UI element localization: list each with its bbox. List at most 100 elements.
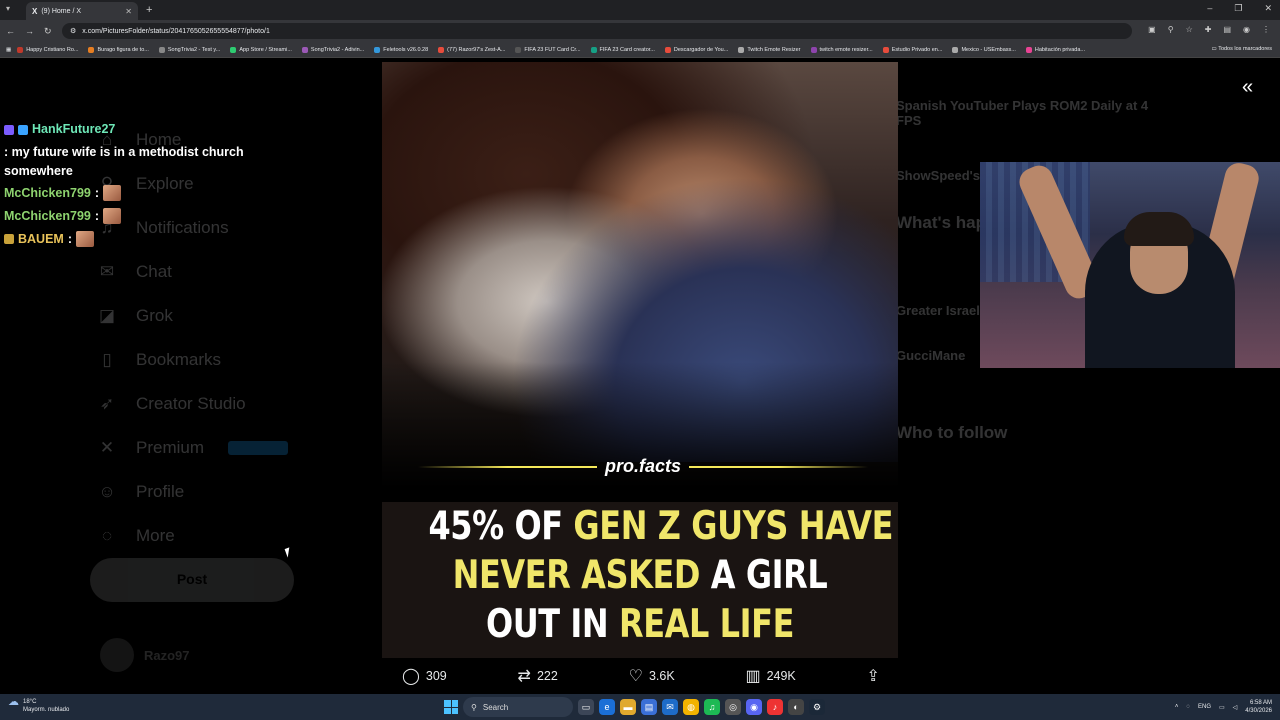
bookmark-favicon-icon <box>664 46 671 53</box>
start-icon[interactable] <box>444 700 458 714</box>
task-view-icon[interactable]: ▭ <box>578 699 594 715</box>
bookmark-item[interactable]: App Store / Streami... <box>230 46 292 53</box>
sidebar-item-creator-studio[interactable]: ➶ Creator Studio <box>96 382 336 426</box>
bookmark-item[interactable]: twitch emote resizer... <box>810 46 873 53</box>
obs-icon[interactable]: ◐ <box>788 699 804 715</box>
menu-icon[interactable]: ⋮ <box>1262 25 1270 34</box>
sidebar-item-grok[interactable]: ◪ Grok <box>96 294 336 338</box>
reply-button[interactable]: ◯ 309 <box>402 666 447 686</box>
taskbar-apps: ⚲ Search ▭ e ▬ ▤ ✉ ◍ ♫ ◎ ◉ ♪ ◐ ⚙ <box>444 697 825 717</box>
bookmark-favicon-icon <box>515 46 522 53</box>
sidebar-item-bookmarks[interactable]: ▯ Bookmarks <box>96 338 336 382</box>
bookmark-item[interactable]: (77) Razor97's Zest-A... <box>438 46 505 53</box>
tray-chevron-icon[interactable]: ˄ <box>1175 704 1179 710</box>
bookmark-label: Happy Cristiano Ro... <box>26 46 79 53</box>
like-button[interactable]: ♡ 3.6K <box>629 666 675 686</box>
chat-username: McChicken799 <box>4 208 91 223</box>
post-button[interactable]: Post <box>90 558 294 602</box>
sidebar-item-profile[interactable]: ☺ Profile <box>96 470 336 514</box>
volume-icon[interactable]: ◁ <box>1233 704 1238 711</box>
headline-highlight: REAL LIFE <box>619 602 795 647</box>
grok-icon: ◪ <box>98 306 116 325</box>
stream-chat: HankFuture27 : my future wife is in a me… <box>4 120 304 250</box>
discord-icon[interactable]: ◉ <box>746 699 762 715</box>
tab-search-icon[interactable]: ▾ <box>6 4 10 13</box>
trend-item[interactable]: Spanish YouTuber Plays ROM2 Daily at 4 F… <box>896 98 1176 128</box>
share-button[interactable]: ⇪ <box>867 666 880 686</box>
tab-close-icon[interactable]: ✕ <box>125 7 132 16</box>
edge-icon[interactable]: e <box>599 699 615 715</box>
sidebar-item-premium[interactable]: ✕ Premium <box>96 426 336 470</box>
mail-icon[interactable]: ✉ <box>662 699 678 715</box>
store-icon[interactable]: ▤ <box>641 699 657 715</box>
account-switcher[interactable]: Razo97 <box>100 638 190 672</box>
apps-icon[interactable]: ▦ <box>6 47 11 53</box>
bookmark-item[interactable]: FIFA 23 FUT Card Cr... <box>515 46 581 53</box>
zoom-icon[interactable]: ⚲ <box>1168 25 1174 34</box>
share-icon: ⇪ <box>866 668 880 685</box>
weather-widget[interactable]: ☁ 18°C Mayorm. nublado <box>8 697 69 714</box>
headline-line-1: 45% OF GEN Z GUYS HAVE <box>428 502 893 551</box>
bookmark-item[interactable]: Mexico - USEmbass... <box>952 46 1016 53</box>
brand-row: pro.facts <box>418 456 868 477</box>
url-text: x.com/PicturesFolder/status/204176505265… <box>82 27 270 35</box>
star-icon[interactable]: ☆ <box>1186 25 1193 34</box>
post-photo[interactable]: pro.facts 45% OF GEN Z GUYS HAVE NEVER A… <box>382 62 898 658</box>
mic-icon[interactable]: ◌ <box>1186 704 1190 710</box>
sidebar-item-chat[interactable]: ✉ Chat <box>96 250 336 294</box>
chat-emote-icon <box>76 230 95 247</box>
bookmark-favicon-icon <box>1025 46 1032 53</box>
views-button[interactable]: ▥ 249K <box>745 666 795 686</box>
bookmark-item[interactable]: Habitación privada... <box>1025 46 1085 53</box>
window-close-icon[interactable]: ✕ <box>1264 3 1272 14</box>
app-icon[interactable]: ◎ <box>725 699 741 715</box>
minimize-icon[interactable]: – <box>1207 3 1212 14</box>
extensions-icon[interactable]: ✚ <box>1205 25 1212 34</box>
bookmark-favicon-icon <box>952 46 959 53</box>
sidebar-item-more[interactable]: ◌ More <box>96 514 336 558</box>
forward-icon[interactable]: → <box>25 26 34 36</box>
all-bookmarks[interactable]: ▭ Todos los marcadores <box>1212 46 1272 52</box>
maximize-icon[interactable]: ❐ <box>1234 3 1242 14</box>
file-explorer-icon[interactable]: ▬ <box>620 699 636 715</box>
bookmark-item[interactable]: FIFA 23 Card creator... <box>590 46 655 53</box>
cast-icon[interactable]: ▣ <box>1148 25 1156 34</box>
more-icon: ◌ <box>101 526 113 545</box>
bookmark-item[interactable]: SongTrivia2 - Test y... <box>158 46 220 53</box>
new-tab-icon[interactable]: + <box>146 4 152 16</box>
spotify-icon[interactable]: ♫ <box>704 699 720 715</box>
chat-badge-icon <box>4 233 14 244</box>
bookmark-label: Estudio Privado en... <box>891 46 943 53</box>
chat-text: : <box>94 185 100 200</box>
weather-text: 18°C Mayorm. nublado <box>23 698 69 714</box>
view-count: 249K <box>766 669 796 683</box>
brand-divider <box>418 465 597 468</box>
bookmark-item[interactable]: Twitch Emote Resizer <box>738 46 801 53</box>
headline-highlight: NEVER ASKED <box>452 553 701 598</box>
language-indicator[interactable]: ENG <box>1198 704 1211 710</box>
collapse-panel-icon[interactable]: « <box>1242 76 1253 99</box>
repost-count: 222 <box>536 669 558 683</box>
bookmark-item[interactable]: Happy Cristiano Ro... <box>17 46 79 53</box>
avatar <box>100 638 134 672</box>
steam-icon[interactable]: ⚙ <box>809 699 825 715</box>
profile-avatar-icon[interactable]: ◉ <box>1243 25 1250 34</box>
music-icon[interactable]: ♪ <box>767 699 783 715</box>
chrome-icon[interactable]: ◍ <box>683 699 699 715</box>
browser-tab[interactable]: X (9) Home / X ✕ <box>26 2 138 20</box>
url-field[interactable]: ⚙ x.com/PicturesFolder/status/2041765052… <box>62 23 1132 39</box>
all-bookmarks-label: Todos los marcadores <box>1218 46 1272 52</box>
site-info-icon[interactable]: ⚙ <box>70 27 76 35</box>
reload-icon[interactable]: ↻ <box>44 26 52 37</box>
bookmark-item[interactable]: SongTrivia2 - Adivin... <box>301 46 364 53</box>
back-icon[interactable]: ← <box>6 26 15 36</box>
sidebar-icon[interactable]: ▤ <box>1223 25 1231 34</box>
clock[interactable]: 6:58 AM 4/30/2026 <box>1245 699 1272 715</box>
display-icon[interactable]: ▭ <box>1219 704 1225 711</box>
bookmark-item[interactable]: Feletools v26.0.28 <box>374 46 428 53</box>
repost-button[interactable]: ⇄ 222 <box>518 666 558 686</box>
bookmark-item[interactable]: Estudio Privado en... <box>882 46 943 53</box>
taskbar-search[interactable]: ⚲ Search <box>463 697 573 717</box>
bookmark-item[interactable]: Descargador de You... <box>664 46 728 53</box>
bookmark-item[interactable]: Burago figura de to... <box>88 46 149 53</box>
